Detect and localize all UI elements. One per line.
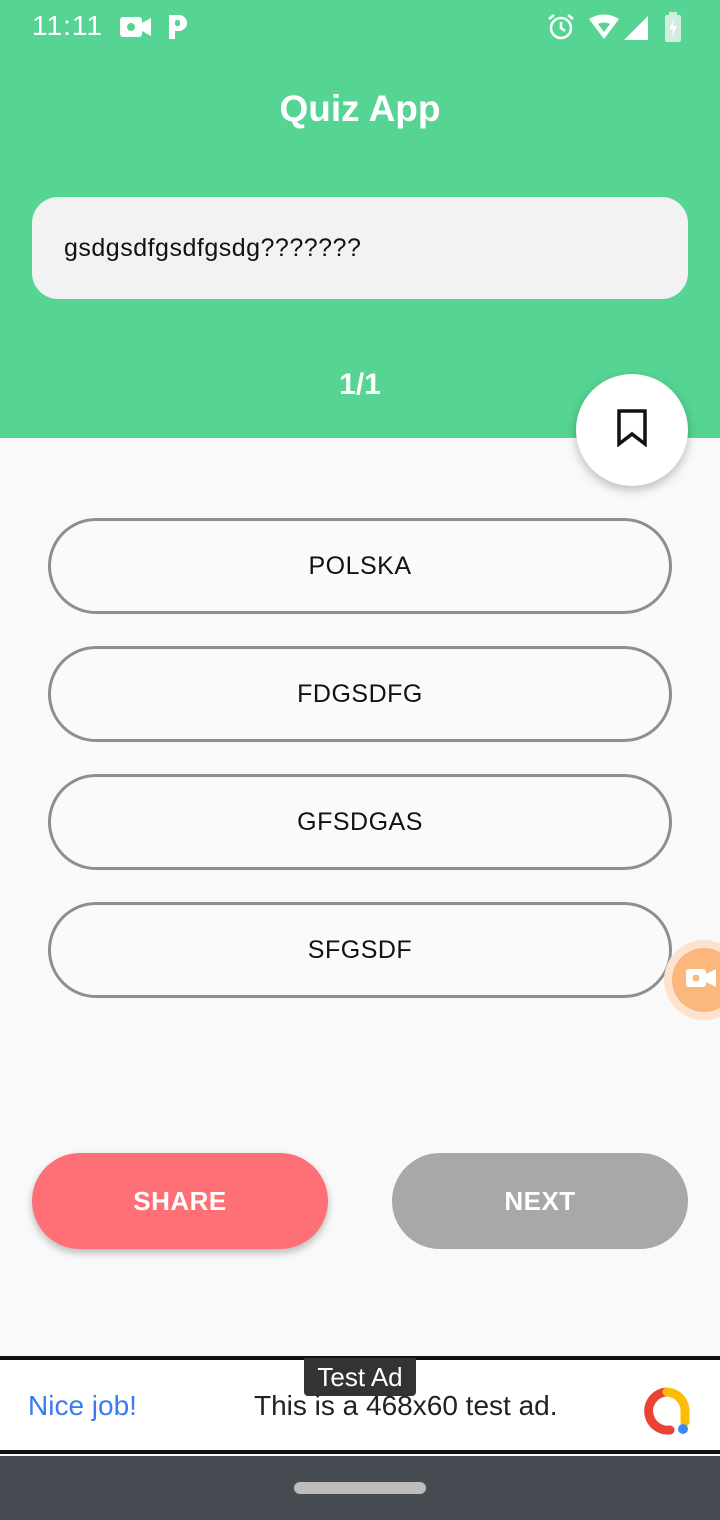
- status-time: 11:11: [32, 10, 103, 41]
- ad-logo-icon[interactable]: [642, 1386, 692, 1436]
- bookmark-button[interactable]: [576, 374, 688, 486]
- battery-charging-icon: [664, 12, 682, 42]
- question-card: gsdgsdfgsdfgsdg???????: [32, 197, 688, 299]
- option-button[interactable]: GFSDGAS: [48, 774, 672, 870]
- bookmark-icon: [616, 408, 648, 452]
- option-label: GFSDGAS: [297, 807, 423, 836]
- option-label: SFGSDF: [307, 935, 413, 964]
- share-button[interactable]: SHARE: [32, 1153, 328, 1249]
- video-camera-icon: [686, 966, 716, 995]
- parking-p-icon: [166, 12, 190, 42]
- ad-headline[interactable]: Nice job!: [28, 1390, 137, 1422]
- alarm-icon: [546, 12, 576, 42]
- system-nav-bar: [0, 1456, 720, 1520]
- app-title: Quiz App: [279, 88, 441, 129]
- video-camera-icon: [120, 12, 152, 42]
- screen-recorder-bubble[interactable]: [664, 940, 720, 1020]
- option-button[interactable]: SFGSDF: [48, 902, 672, 998]
- next-label: NEXT: [504, 1185, 576, 1216]
- option-label: FDGSDFG: [297, 679, 423, 708]
- ad-body-text[interactable]: This is a 468x60 test ad.: [254, 1390, 558, 1422]
- share-label: SHARE: [133, 1185, 227, 1216]
- status-bar: 11:11: [0, 0, 720, 56]
- signal-icon: [624, 12, 648, 42]
- wifi-icon: [588, 12, 620, 42]
- ad-banner[interactable]: Test Ad Nice job! This is a 468x60 test …: [0, 1356, 720, 1454]
- home-gesture-handle[interactable]: [294, 1482, 426, 1494]
- option-button[interactable]: POLSKA: [48, 518, 672, 614]
- question-text: gsdgsdfgsdfgsdg???????: [64, 233, 362, 262]
- next-button[interactable]: NEXT: [392, 1153, 688, 1249]
- option-label: POLSKA: [308, 551, 412, 580]
- option-button[interactable]: FDGSDFG: [48, 646, 672, 742]
